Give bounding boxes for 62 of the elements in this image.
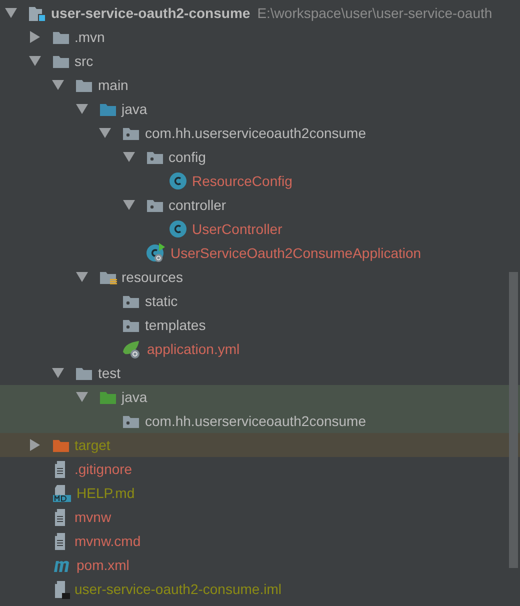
tree-item-label[interactable]: target	[74, 434, 110, 456]
tree-item-label[interactable]: UserController	[192, 218, 282, 240]
collapse-caret-icon[interactable]	[122, 151, 134, 163]
tree-item-label[interactable]: main	[98, 74, 128, 96]
tree-item-label[interactable]: java	[122, 98, 148, 120]
package-folder-icon	[146, 198, 164, 212]
tree-row[interactable]: com.hh.userserviceoauth2consume	[0, 409, 520, 433]
collapse-caret-icon[interactable]	[122, 199, 134, 211]
folder-icon	[52, 438, 70, 452]
leaf-config-icon	[122, 340, 142, 358]
collapse-caret-icon[interactable]	[99, 127, 111, 139]
collapse-caret-icon[interactable]	[52, 367, 64, 379]
collapse-caret-icon[interactable]	[76, 271, 88, 283]
markdown-file-icon	[52, 484, 72, 502]
collapse-caret-icon[interactable]	[28, 55, 40, 67]
resources-folder-icon	[98, 270, 116, 284]
collapse-caret-icon[interactable]	[76, 103, 88, 115]
package-folder-icon	[122, 126, 140, 140]
runnable-class-icon	[146, 243, 166, 263]
tree-item-label[interactable]: UserServiceOauth2ConsumeApplication	[170, 242, 422, 264]
tree-item-label[interactable]: mvnw	[74, 506, 112, 528]
tree-item-label[interactable]: com.hh.userserviceoauth2consume	[145, 410, 366, 432]
tree-item-label[interactable]: user-service-oauth2-consume	[51, 2, 250, 24]
project-path: E:\workspace\user\user-service-oauth	[257, 4, 492, 23]
expand-caret-icon[interactable]	[28, 31, 40, 43]
tree-item-label[interactable]: HELP.md	[76, 482, 135, 504]
expand-caret-icon[interactable]	[28, 439, 40, 451]
package-folder-icon	[122, 294, 140, 308]
tree-item-label[interactable]: resources	[122, 266, 183, 288]
collapse-caret-icon[interactable]	[5, 7, 17, 19]
class-icon	[169, 172, 187, 190]
folder-icon	[98, 102, 116, 116]
tree-item-label[interactable]: mvnw.cmd	[74, 530, 141, 552]
package-folder-icon	[146, 150, 164, 164]
tree-item-label[interactable]: controller	[168, 194, 226, 216]
class-icon	[169, 220, 187, 238]
tree-item-label[interactable]: user-service-oauth2-consume.iml	[74, 578, 282, 600]
tree-item-label[interactable]: application.yml	[147, 338, 240, 360]
tree-item-label[interactable]: config	[168, 146, 206, 168]
tree-item-label[interactable]: java	[122, 386, 148, 408]
tree-item-label[interactable]: test	[98, 362, 121, 384]
scrollbar-thumb[interactable]	[509, 272, 518, 568]
tree-row[interactable]: java	[0, 385, 520, 409]
tree-item-label[interactable]: templates	[145, 314, 206, 336]
folder-icon	[52, 54, 70, 68]
package-folder-icon	[122, 414, 140, 428]
folder-icon	[98, 390, 116, 404]
tree-item-label[interactable]: src	[74, 50, 94, 72]
module-folder-icon	[28, 4, 46, 22]
folder-icon	[75, 78, 93, 92]
collapse-caret-icon[interactable]	[52, 79, 64, 91]
tree-item-label[interactable]: .gitignore	[74, 458, 132, 480]
collapse-caret-icon[interactable]	[76, 391, 88, 403]
tree-item-label[interactable]: pom.xml	[76, 554, 130, 576]
tree-item-label[interactable]: com.hh.userserviceoauth2consume	[145, 122, 366, 144]
tree-item-label[interactable]: ResourceConfig	[192, 170, 292, 192]
package-folder-icon	[122, 318, 140, 332]
tree-item-label[interactable]: .mvn	[74, 26, 105, 48]
folder-icon	[75, 366, 93, 380]
folder-icon	[52, 30, 70, 44]
tree-item-label[interactable]: static	[145, 290, 178, 312]
tree-row[interactable]: target	[0, 433, 520, 457]
